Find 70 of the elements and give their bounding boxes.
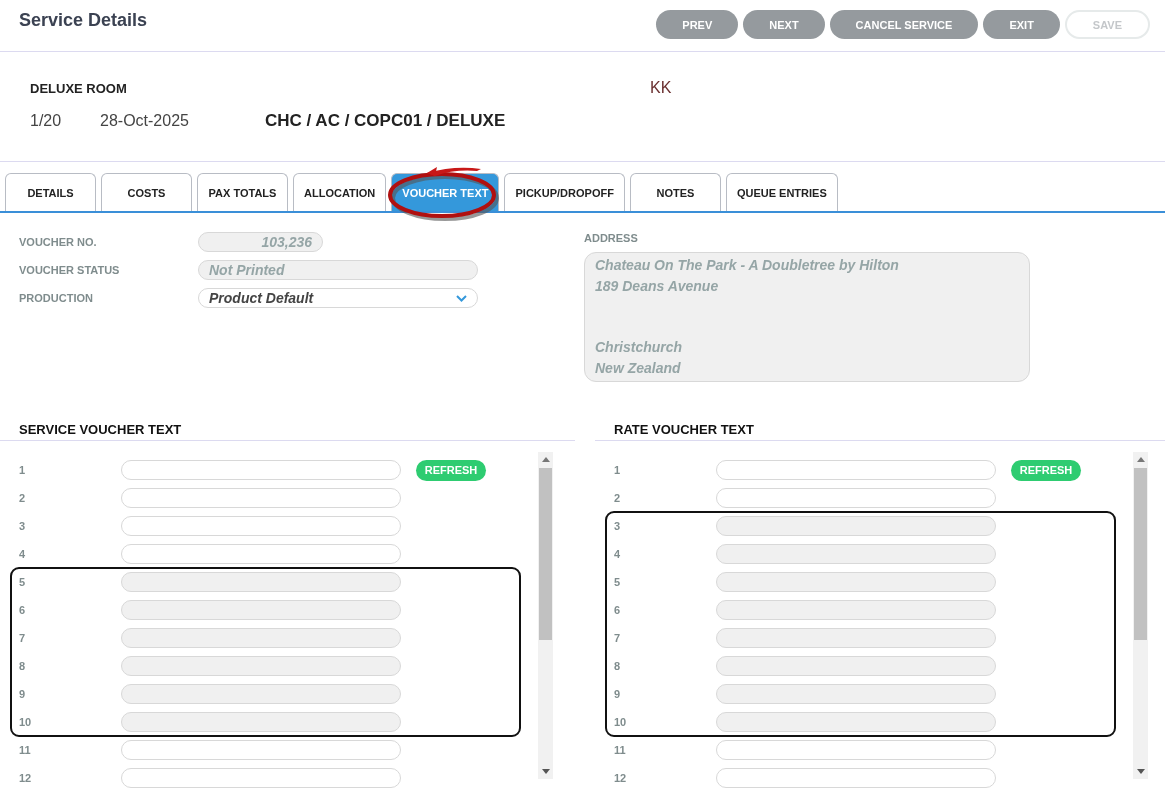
text-input[interactable]: [716, 460, 996, 480]
field-label: ADDRESS: [584, 232, 639, 244]
text-input[interactable]: [121, 544, 401, 564]
text-input[interactable]: [121, 488, 401, 508]
line-number: 2: [19, 492, 27, 504]
scroll-down-icon[interactable]: [541, 769, 550, 774]
tab[interactable]: COSTS: [101, 173, 192, 211]
line-number: 4: [614, 548, 622, 560]
line-number: 5: [19, 576, 27, 588]
refresh-button[interactable]: REFRESH: [1011, 459, 1081, 481]
tab[interactable]: DETAILS: [5, 173, 96, 211]
service-name: DELUXE ROOM: [30, 80, 128, 97]
line-number: 4: [19, 548, 27, 560]
scroll-down-icon[interactable]: [1136, 769, 1145, 774]
page-title: Service Details: [19, 10, 148, 31]
text-input[interactable]: [121, 740, 401, 760]
field-label: VOUCHER NO.: [19, 236, 98, 248]
toolbar-button[interactable]: EXIT: [983, 10, 1060, 39]
address-field[interactable]: Chateau On The Park - A Doubletree by Hilton 189 Deans Avenue Christchurch New Zealand: [584, 252, 1030, 382]
text-input[interactable]: [716, 740, 996, 760]
line-number: 8: [614, 660, 622, 672]
tab[interactable]: ALLOCATION: [293, 173, 387, 211]
toolbar-button[interactable]: PREV: [656, 10, 739, 39]
text-input[interactable]: [716, 488, 996, 508]
refresh-button[interactable]: REFRESH: [416, 459, 486, 481]
line-number: 3: [614, 520, 622, 532]
service-date: 28-Oct-2025: [100, 112, 190, 130]
line-number: 7: [19, 632, 27, 644]
sequence-number: 1/20: [30, 112, 63, 130]
scroll-up-icon[interactable]: [1136, 457, 1145, 462]
field-label: PRODUCTION: [19, 292, 94, 304]
tab[interactable]: NOTES: [629, 173, 721, 211]
tab[interactable]: QUEUE ENTRIES: [725, 173, 838, 211]
line-number: 6: [614, 604, 622, 616]
field-label: VOUCHER STATUS: [19, 264, 121, 276]
line-number: 10: [614, 716, 628, 728]
toolbar-button[interactable]: CANCEL SERVICE: [829, 10, 979, 39]
line-number: 12: [614, 772, 628, 784]
service-code: CHC / AC / COPC01 / DELUXE: [265, 111, 506, 131]
input-field[interactable]: 103,236: [198, 232, 323, 252]
text-input[interactable]: [121, 516, 401, 536]
text-input[interactable]: [716, 768, 996, 788]
text-input[interactable]: [121, 460, 401, 480]
section-title: SERVICE VOUCHER TEXT: [0, 422, 575, 441]
tab[interactable]: PICKUP/DROPOFF: [504, 173, 625, 211]
scrollbar[interactable]: [1133, 452, 1148, 779]
line-number: 8: [19, 660, 27, 672]
line-number: 7: [614, 632, 622, 644]
tab[interactable]: PAX TOTALS: [197, 173, 288, 211]
line-number: 11: [19, 744, 32, 756]
line-number: 2: [614, 492, 622, 504]
line-number: 3: [19, 520, 27, 532]
input-field[interactable]: Not Printed: [198, 260, 478, 280]
chevron-down-icon: [456, 294, 467, 302]
scroll-up-icon[interactable]: [541, 457, 550, 462]
user-initials: KK: [650, 79, 673, 97]
line-number: 1: [19, 464, 27, 476]
text-input[interactable]: [121, 768, 401, 788]
line-number: 12: [19, 772, 33, 784]
line-number: 9: [19, 688, 27, 700]
line-number: 10: [19, 716, 33, 728]
section-title: RATE VOUCHER TEXT: [595, 422, 1165, 441]
toolbar-button[interactable]: NEXT: [743, 10, 825, 39]
line-number: 9: [614, 688, 622, 700]
line-number: 11: [614, 744, 627, 756]
line-number: 6: [19, 604, 27, 616]
scrollbar[interactable]: [538, 452, 553, 779]
line-number: 1: [614, 464, 622, 476]
dropdown[interactable]: Product Default: [198, 288, 478, 308]
line-number: 5: [614, 576, 622, 588]
